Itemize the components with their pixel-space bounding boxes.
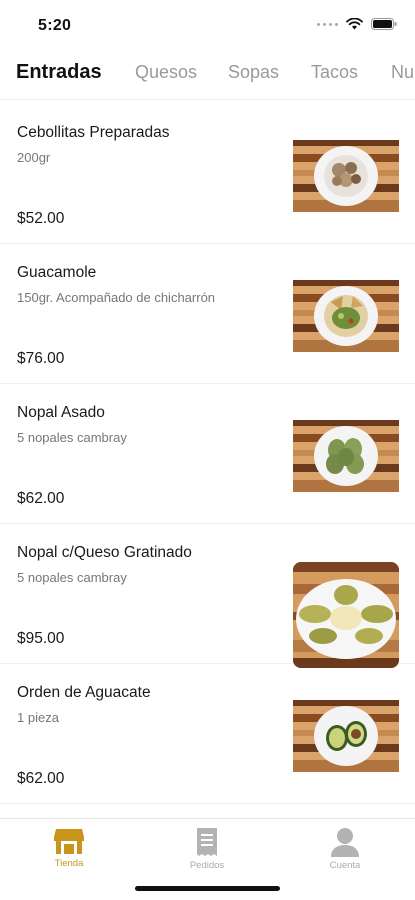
wifi-icon: [346, 18, 363, 30]
product-item[interactable]: Nopal c/Queso Gratinado 5 nopales cambra…: [0, 524, 415, 668]
product-item[interactable]: Nopal Asado 5 nopales cambray $62.00: [0, 384, 415, 524]
product-price: $76.00: [17, 350, 65, 367]
nav-cuenta[interactable]: Cuenta: [300, 827, 390, 871]
status-time: 5:20: [38, 17, 72, 34]
receipt-icon: [197, 828, 217, 856]
nopal-queso-dish-image: [293, 562, 399, 668]
tab-sopas[interactable]: Sopas: [228, 62, 279, 83]
product-description: 5 nopales cambray: [17, 430, 127, 445]
store-icon: [54, 829, 84, 854]
cebollitas-dish-image: [293, 140, 399, 212]
product-name: Orden de Aguacate: [17, 684, 151, 701]
home-indicator: [135, 886, 280, 891]
product-description: 200gr: [17, 150, 51, 165]
product-name: Nopal Asado: [17, 404, 105, 421]
status-icons: [317, 18, 397, 30]
product-item[interactable]: Orden de Aguacate 1 pieza $62.00: [0, 664, 415, 804]
nav-label: Pedidos: [189, 860, 225, 871]
nav-tienda[interactable]: Tienda: [24, 827, 114, 869]
nav-label: Cuenta: [329, 860, 361, 871]
product-list: Cebollitas Preparadas 200gr $52.00 Guaca…: [0, 104, 415, 804]
product-price: $62.00: [17, 490, 65, 507]
nopal-dish-image: [293, 420, 399, 492]
aguacate-dish-image: [293, 700, 399, 772]
product-description: 5 nopales cambray: [17, 570, 127, 585]
guacamole-dish-image: [293, 280, 399, 352]
product-name: Nopal c/Queso Gratinado: [17, 544, 192, 561]
tab-nu[interactable]: Nu: [391, 62, 414, 83]
tab-entradas[interactable]: Entradas: [16, 61, 102, 84]
product-price: $95.00: [17, 630, 65, 647]
tab-tacos[interactable]: Tacos: [311, 62, 358, 83]
product-description: 1 pieza: [17, 710, 59, 725]
battery-icon: [371, 18, 397, 30]
nav-label: Tienda: [54, 858, 84, 869]
product-price: $62.00: [17, 770, 65, 787]
product-item[interactable]: Guacamole 150gr. Acompañado de chicharró…: [0, 244, 415, 384]
nav-pedidos[interactable]: Pedidos: [162, 827, 252, 871]
product-item[interactable]: Cebollitas Preparadas 200gr $52.00: [0, 104, 415, 244]
category-tabs: Entradas Quesos Sopas Tacos Nu: [0, 52, 415, 100]
product-price: $52.00: [17, 210, 65, 227]
signal-icon: [317, 22, 338, 26]
status-bar: 5:20: [0, 0, 415, 52]
person-icon: [331, 828, 359, 857]
product-name: Guacamole: [17, 264, 97, 281]
product-description: 150gr. Acompañado de chicharrón: [17, 290, 216, 305]
product-name: Cebollitas Preparadas: [17, 124, 170, 141]
tab-quesos[interactable]: Quesos: [135, 62, 197, 83]
